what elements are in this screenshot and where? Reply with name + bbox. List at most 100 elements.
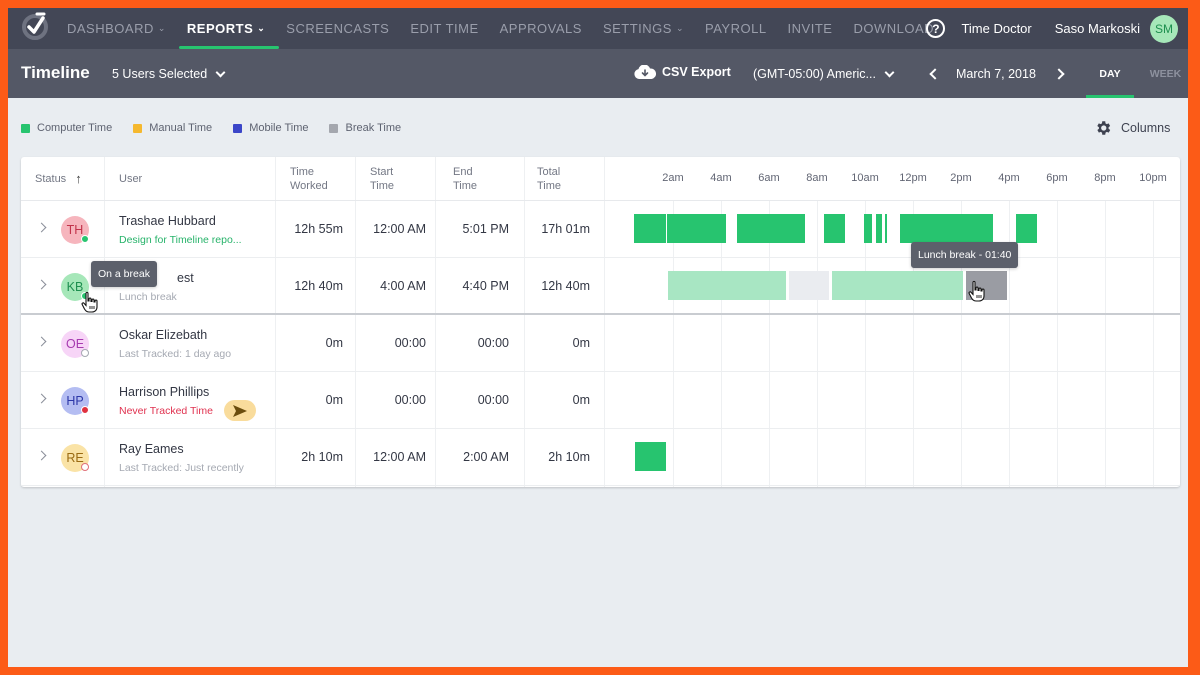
- end-time-cell: 00:00: [477, 393, 509, 407]
- user-name[interactable]: Harrison Phillips: [119, 385, 209, 399]
- end-time-cell: 4:40 PM: [462, 279, 509, 293]
- table-row[interactable]: RE Ray Eames Last Tracked: Just recently…: [21, 429, 1180, 486]
- header-end-time-line2: Time: [453, 180, 478, 192]
- user-subtitle: Lunch break: [119, 291, 177, 303]
- table-row[interactable]: HP Harrison Phillips Never Tracked Time …: [21, 372, 1180, 429]
- help-icon[interactable]: ?: [926, 19, 946, 38]
- header-time-worked-line1: Time: [290, 166, 315, 178]
- nav-item-label: DOWNLOAD: [853, 21, 935, 36]
- previous-date-button[interactable]: [926, 66, 942, 82]
- nav-item-settings[interactable]: SETTINGS ⌄: [603, 8, 684, 49]
- chevron-down-icon: ⌄: [257, 23, 266, 33]
- header-time-worked-line2: Worked: [290, 180, 328, 192]
- start-time-cell: 12:00 AM: [373, 450, 426, 464]
- nav-item-label: DASHBOARD: [67, 21, 154, 36]
- page-title: Timeline: [21, 63, 90, 82]
- expand-chevron-icon[interactable]: [36, 393, 47, 404]
- user-name[interactable]: Trashae Hubbard: [119, 214, 216, 228]
- send-reminder-button[interactable]: [224, 400, 256, 421]
- timeline-tick-label: 4am: [710, 172, 732, 184]
- expand-chevron-icon[interactable]: [36, 450, 47, 461]
- timeline-tick-label: 10pm: [1139, 172, 1167, 184]
- header-total-time[interactable]: Total Time: [537, 157, 561, 201]
- app-window: DASHBOARD ⌄ REPORTS ⌄ SCREENCASTS EDIT TIME AP…: [8, 8, 1188, 667]
- legend-swatch: [329, 123, 339, 133]
- expand-chevron-icon[interactable]: [36, 279, 47, 290]
- company-name[interactable]: Time Doctor: [961, 21, 1031, 36]
- header-total-time-line2: Time: [537, 180, 562, 192]
- start-time-cell: 00:00: [394, 336, 426, 350]
- date-label[interactable]: March 7, 2018: [956, 67, 1036, 81]
- user-name[interactable]: Oskar Elizebath: [119, 328, 207, 342]
- header-start-time-line1: Start: [370, 166, 394, 178]
- tab-day[interactable]: DAY: [1086, 49, 1134, 98]
- sub-header: Timeline 5 Users Selected CSV Export (GM…: [8, 49, 1188, 98]
- nav-item-reports[interactable]: REPORTS ⌄: [178, 8, 280, 49]
- header-status-label: Status: [35, 173, 67, 185]
- header-start-time[interactable]: Start Time: [370, 157, 394, 201]
- timezone-label: (GMT-05:00) Americ...: [753, 67, 876, 81]
- legend-label: Manual Time: [149, 122, 213, 134]
- legend-label: Computer Time: [37, 122, 113, 134]
- sort-arrow-up-icon: ↑: [75, 171, 82, 186]
- end-time-cell: 2:00 AM: [463, 450, 509, 464]
- nav-item-label: APPROVALS: [499, 21, 582, 36]
- timeline-tick-label: 8am: [806, 172, 828, 184]
- user-avatar[interactable]: SM: [1150, 14, 1178, 43]
- header-start-time-line2: Time: [370, 180, 395, 192]
- start-time-cell: 4:00 AM: [380, 279, 426, 293]
- header-time-worked[interactable]: Time Worked: [290, 157, 328, 201]
- nav-item-edit-time[interactable]: EDIT TIME: [410, 8, 478, 49]
- nav-item-label: SETTINGS: [602, 21, 672, 36]
- legend-item: Break Time: [329, 122, 401, 134]
- status-tooltip: On a break: [91, 261, 157, 287]
- expand-chevron-icon[interactable]: [36, 336, 47, 347]
- header-end-time[interactable]: End Time: [453, 157, 477, 201]
- hand-cursor-icon: [81, 291, 98, 313]
- csv-export-button[interactable]: CSV Export: [634, 65, 731, 79]
- status-indicator: [81, 463, 89, 471]
- user-subtitle: Last Tracked: 1 day ago: [119, 348, 232, 360]
- nav-item-approvals[interactable]: APPROVALS: [500, 8, 582, 49]
- expand-chevron-icon[interactable]: [36, 222, 47, 233]
- tab-week[interactable]: WEEK: [1143, 49, 1188, 98]
- legend-swatch: [21, 123, 30, 133]
- timeline-tick-label: 6pm: [1046, 172, 1068, 184]
- gear-icon: [1097, 121, 1111, 135]
- timeline-tick-label: 12pm: [899, 172, 927, 184]
- status-indicator: [81, 349, 89, 357]
- legend-swatch: [233, 123, 243, 133]
- nav-item-payroll[interactable]: PAYROLL: [705, 8, 767, 49]
- start-time-cell: 00:00: [394, 393, 426, 407]
- columns-button[interactable]: Columns: [1094, 119, 1170, 137]
- nav-item-download[interactable]: DOWNLOAD: [853, 8, 934, 49]
- nav-item-screencasts[interactable]: SCREENCASTS: [286, 8, 389, 49]
- users-select-dropdown[interactable]: 5 Users Selected: [112, 67, 226, 81]
- header-status[interactable]: Status ↑: [35, 157, 82, 201]
- user-name[interactable]: Saso Markoski: [1055, 21, 1140, 36]
- nav-item-invite[interactable]: INVITE: [788, 8, 833, 49]
- cloud-download-icon: [634, 65, 656, 79]
- send-icon: [233, 404, 247, 417]
- nav-item-label: EDIT TIME: [410, 21, 479, 36]
- header-user[interactable]: User: [119, 157, 142, 201]
- nav-item-dashboard[interactable]: DASHBOARD ⌄: [67, 8, 166, 49]
- nav-item-label: INVITE: [787, 21, 833, 36]
- time-worked-cell: 0m: [325, 393, 343, 407]
- timezone-dropdown[interactable]: (GMT-05:00) Americ...: [753, 67, 895, 81]
- end-time-cell: 5:01 PM: [462, 222, 509, 236]
- user-name[interactable]: Ray Eames: [119, 442, 184, 456]
- user-subtitle: Design for Timeline repo...: [119, 234, 242, 246]
- next-date-button[interactable]: [1053, 66, 1069, 82]
- time-doctor-logo-icon[interactable]: [20, 11, 50, 41]
- table-row[interactable]: OE Oskar Elizebath Last Tracked: 1 day a…: [21, 315, 1180, 372]
- header-total-time-line1: Total: [537, 166, 561, 178]
- nav-right: ? Time Doctor Saso Markoski SM: [926, 8, 1188, 49]
- nav-menu: DASHBOARD ⌄ REPORTS ⌄ SCREENCASTS EDIT TIME AP…: [67, 8, 955, 49]
- total-time-cell: 2h 10m: [548, 450, 590, 464]
- legend-item: Manual Time: [133, 122, 212, 134]
- user-name[interactable]: est: [177, 271, 194, 285]
- legend-swatch: [133, 123, 143, 133]
- time-worked-cell: 12h 55m: [294, 222, 343, 236]
- timeline-tick-label: 2pm: [950, 172, 972, 184]
